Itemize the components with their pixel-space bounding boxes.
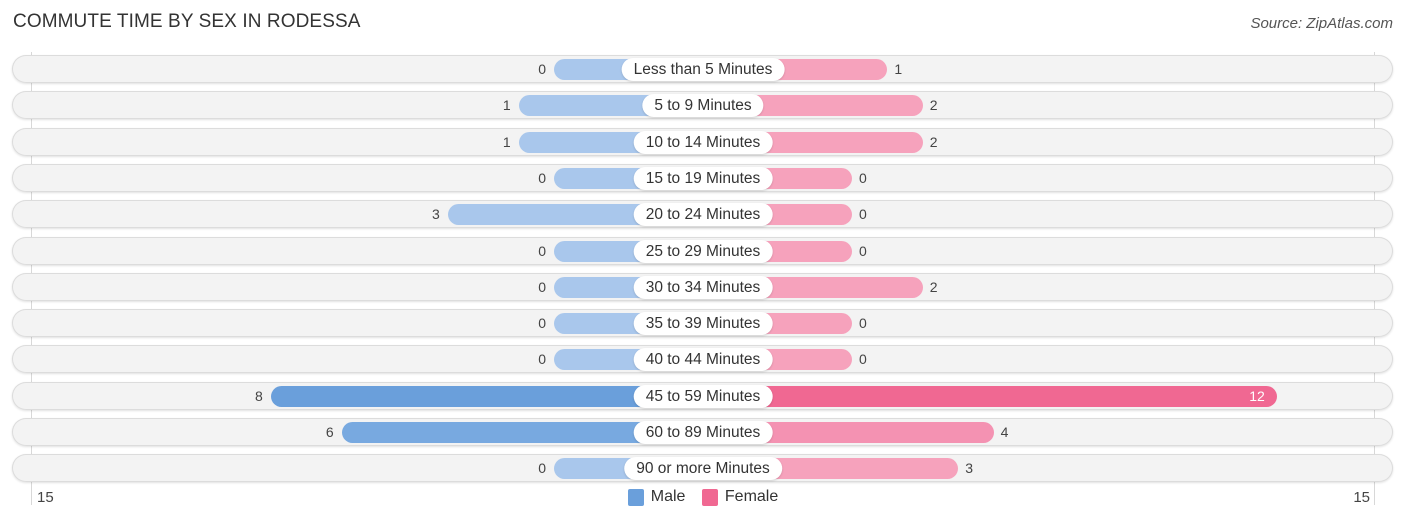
value-label-male: 0	[538, 279, 546, 295]
value-label-female: 2	[929, 279, 938, 295]
category-label: 90 or more Minutes	[624, 456, 782, 480]
value-label-male: 1	[502, 97, 511, 113]
category-label: 15 to 19 Minutes	[633, 166, 773, 190]
value-label-female: 12	[1249, 388, 1265, 404]
bar-female[interactable]	[703, 385, 1277, 407]
source-label: Source: ZipAtlas.com	[1250, 15, 1393, 32]
legend-swatch-female	[701, 488, 718, 506]
category-label: 25 to 29 Minutes	[633, 239, 773, 263]
legend-item-male[interactable]: Male	[627, 488, 686, 506]
value-label-female: 0	[859, 315, 867, 331]
chart-title: COMMUTE TIME BY SEX IN RODESSA	[13, 11, 361, 32]
legend-swatch-male	[627, 488, 644, 506]
value-label-male: 0	[538, 170, 546, 186]
legend-label-male: Male	[650, 488, 686, 505]
value-label-female: 3	[965, 460, 973, 476]
value-label-male: 0	[538, 315, 546, 331]
category-label: 60 to 89 Minutes	[633, 420, 773, 444]
category-label: 10 to 14 Minutes	[633, 130, 773, 154]
value-label-male: 0	[538, 243, 546, 259]
category-label: 5 to 9 Minutes	[642, 93, 764, 117]
value-label-female: 1	[894, 61, 903, 77]
value-label-female: 0	[859, 170, 867, 186]
value-label-male: 6	[325, 424, 334, 440]
category-label: 40 to 44 Minutes	[633, 347, 773, 371]
category-label: 35 to 39 Minutes	[633, 311, 773, 335]
category-label: 20 to 24 Minutes	[633, 202, 773, 226]
value-label-female: 0	[859, 243, 867, 259]
value-label-male: 0	[538, 460, 546, 476]
value-label-male: 0	[538, 61, 546, 77]
value-label-female: 0	[859, 351, 867, 367]
value-label-male: 0	[538, 351, 546, 367]
legend-item-female[interactable]: Female	[701, 488, 779, 506]
legend: Male Female	[0, 488, 1406, 511]
value-label-female: 4	[1000, 424, 1009, 440]
value-label-male: 1	[502, 134, 511, 150]
value-label-male: 3	[432, 206, 440, 222]
value-label-female: 0	[859, 206, 867, 222]
value-label-female: 2	[929, 134, 938, 150]
value-label-male: 8	[255, 388, 263, 404]
category-label: Less than 5 Minutes	[621, 57, 785, 81]
category-label: 45 to 59 Minutes	[633, 384, 773, 408]
legend-label-female: Female	[724, 488, 779, 505]
value-label-female: 2	[929, 97, 938, 113]
category-label: 30 to 34 Minutes	[633, 275, 773, 299]
